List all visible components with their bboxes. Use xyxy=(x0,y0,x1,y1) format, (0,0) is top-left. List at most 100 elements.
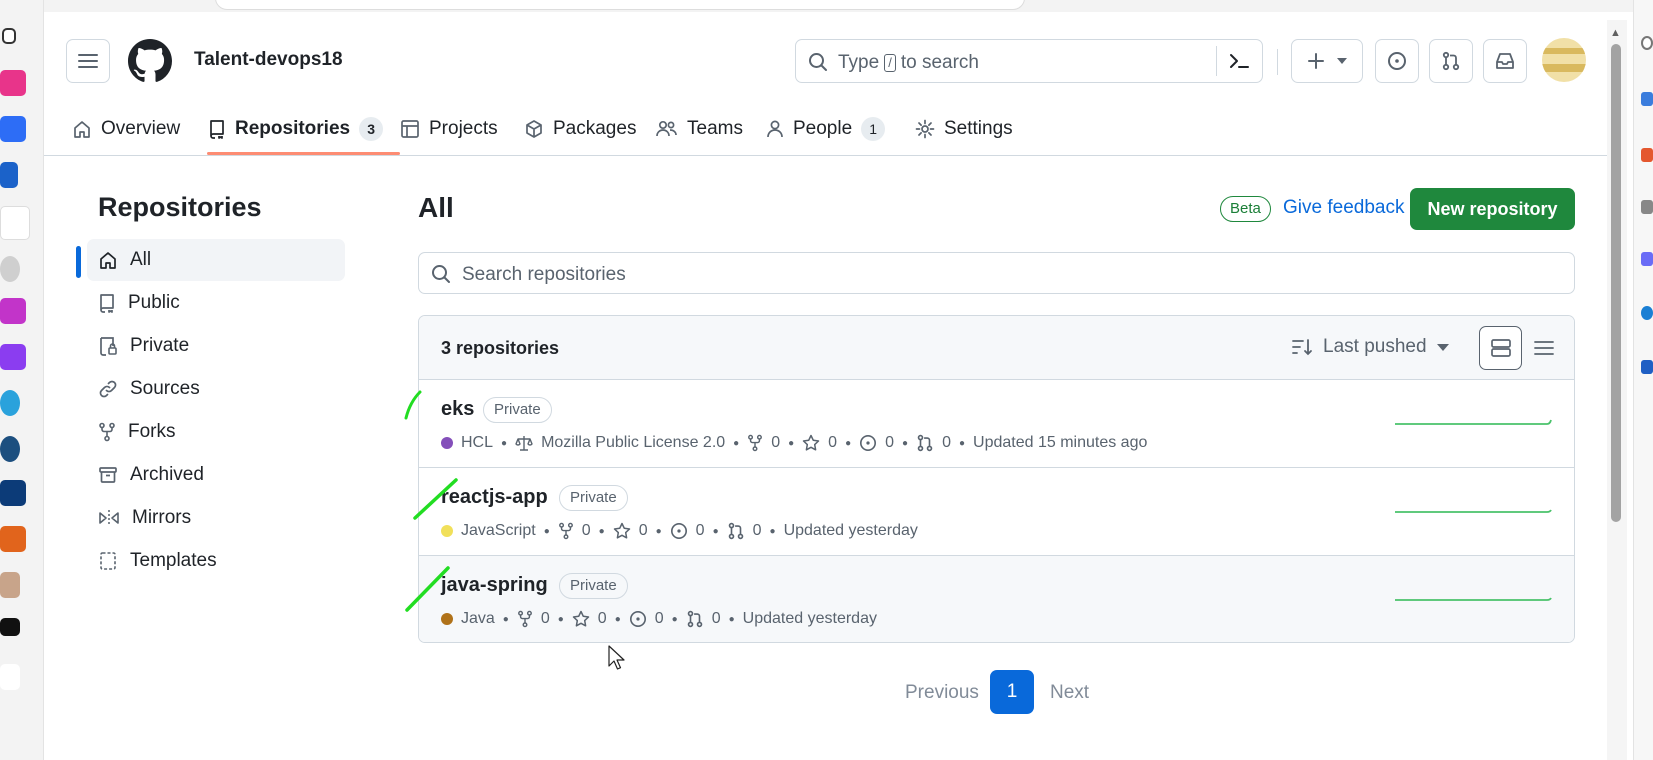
fork-count[interactable]: 0 xyxy=(541,610,550,628)
app-icon[interactable] xyxy=(0,70,26,96)
mouse-cursor-icon xyxy=(608,645,625,670)
scrollbar-thumb[interactable] xyxy=(1611,44,1621,522)
address-bar[interactable] xyxy=(215,0,1025,10)
separator-dot: ● xyxy=(502,613,509,625)
app-icon[interactable] xyxy=(0,344,26,370)
app-icon[interactable] xyxy=(0,162,18,188)
star-count[interactable]: 0 xyxy=(598,610,607,628)
repository-row: java-spring Private Java ● 0 ● 0 ● 0 ● 0… xyxy=(419,556,1574,642)
create-new-button[interactable] xyxy=(1291,39,1363,83)
scroll-up-icon[interactable]: ▲ xyxy=(1610,27,1621,39)
menu-button[interactable] xyxy=(66,39,110,83)
google-icon[interactable] xyxy=(0,664,20,690)
sidebar-item-archived[interactable]: Archived xyxy=(87,454,345,496)
app-icon[interactable] xyxy=(1641,306,1653,320)
pull-request-count[interactable]: 0 xyxy=(942,434,951,452)
app-icon[interactable] xyxy=(0,390,20,416)
app-icon[interactable] xyxy=(0,480,26,506)
sidebar-item-mirrors[interactable]: Mirrors xyxy=(87,497,345,539)
tab-packages[interactable]: Packages xyxy=(524,102,636,156)
sidebar-item-private[interactable]: Private xyxy=(87,325,345,367)
sidebar-item-label: All xyxy=(130,249,152,270)
tab-overview[interactable]: Overview xyxy=(72,102,180,156)
issues-button[interactable] xyxy=(1375,39,1419,83)
github-tab-icon[interactable] xyxy=(0,256,20,282)
template-icon xyxy=(100,552,116,570)
updated-time: Updated yesterday xyxy=(742,610,877,627)
org-name[interactable]: Talent-devops18 xyxy=(194,49,343,71)
issue-count[interactable]: 0 xyxy=(885,434,894,452)
repo-icon xyxy=(210,120,224,139)
annotation-stroke xyxy=(405,566,450,612)
new-repository-button[interactable]: New repository xyxy=(1410,188,1575,230)
pull-request-count[interactable]: 0 xyxy=(753,522,762,540)
tab-label: Teams xyxy=(687,118,743,139)
app-icon[interactable] xyxy=(0,116,26,142)
fork-icon xyxy=(748,434,763,452)
star-count[interactable]: 0 xyxy=(828,434,837,452)
fork-icon xyxy=(517,610,532,628)
issue-icon xyxy=(1388,52,1406,70)
tab-people[interactable]: People 1 xyxy=(766,102,886,156)
tab-projects[interactable]: Projects xyxy=(400,102,498,156)
list-view-button[interactable] xyxy=(1522,326,1565,370)
fork-icon xyxy=(558,522,573,540)
previous-page-button[interactable]: Previous xyxy=(905,682,979,704)
sidebar-item-all[interactable]: All xyxy=(87,239,345,281)
caret-down-icon xyxy=(1337,58,1347,64)
pull-request-count[interactable]: 0 xyxy=(712,610,721,628)
tab-counter: 1 xyxy=(861,117,886,141)
current-page-button[interactable]: 1 xyxy=(990,670,1034,714)
tab-repositories[interactable]: Repositories 3 xyxy=(208,102,384,156)
archive-icon xyxy=(99,467,117,483)
github-logo-icon[interactable] xyxy=(128,39,172,83)
user-avatar[interactable] xyxy=(1542,38,1586,82)
app-icon[interactable] xyxy=(1641,148,1653,162)
link-icon xyxy=(99,380,117,398)
visibility-badge: Private xyxy=(483,397,552,423)
command-palette-icon[interactable] xyxy=(1228,51,1250,71)
separator-dot: ● xyxy=(733,437,740,449)
repository-name-link[interactable]: java-spring xyxy=(441,574,548,597)
app-icon[interactable] xyxy=(0,298,26,324)
github-tab-icon[interactable] xyxy=(0,206,30,240)
app-icon[interactable] xyxy=(1641,252,1653,266)
repository-search-input[interactable]: Search repositories xyxy=(418,252,1575,294)
app-icon[interactable] xyxy=(0,572,20,598)
star-count[interactable]: 0 xyxy=(639,522,648,540)
pull-requests-button[interactable] xyxy=(1429,39,1473,83)
repository-list-header: 3 repositories Last pushed xyxy=(419,316,1574,380)
app-icon[interactable] xyxy=(0,618,20,636)
sidebar-item-templates[interactable]: Templates xyxy=(87,540,345,582)
sidebar-toggle-icon[interactable] xyxy=(2,28,16,44)
give-feedback-link[interactable]: Give feedback xyxy=(1283,197,1404,219)
sidebar-item-forks[interactable]: Forks xyxy=(87,411,345,453)
repository-count: 3 repositories xyxy=(441,338,560,358)
sidebar-item-sources[interactable]: Sources xyxy=(87,368,345,410)
separator-dot: ● xyxy=(598,525,605,537)
app-icon[interactable] xyxy=(0,526,26,552)
global-search[interactable]: Type / to search xyxy=(795,39,1263,83)
sidebar-item-public[interactable]: Public xyxy=(87,282,345,324)
search-icon[interactable] xyxy=(1641,36,1653,50)
repository-name-link[interactable]: eks xyxy=(441,398,474,421)
next-page-button[interactable]: Next xyxy=(1050,682,1089,704)
page-scrollbar[interactable]: ▲ xyxy=(1607,20,1627,760)
app-icon[interactable] xyxy=(1641,92,1653,106)
inbox-button[interactable] xyxy=(1483,39,1527,83)
issue-count[interactable]: 0 xyxy=(696,522,705,540)
sort-dropdown[interactable]: Last pushed xyxy=(1291,336,1449,358)
issue-icon xyxy=(629,610,646,628)
app-icon[interactable] xyxy=(1641,360,1653,374)
fork-count[interactable]: 0 xyxy=(582,522,591,540)
tab-teams[interactable]: Teams xyxy=(656,102,743,156)
view-toggle xyxy=(1479,326,1565,370)
repository-language: JavaScript xyxy=(461,522,536,539)
card-view-button[interactable] xyxy=(1479,326,1522,370)
tab-settings[interactable]: Settings xyxy=(915,102,1013,156)
app-icon[interactable] xyxy=(0,436,20,462)
issue-count[interactable]: 0 xyxy=(655,610,664,628)
fork-count[interactable]: 0 xyxy=(771,434,780,452)
repository-license[interactable]: Mozilla Public License 2.0 xyxy=(541,434,725,452)
app-icon[interactable] xyxy=(1641,200,1653,214)
